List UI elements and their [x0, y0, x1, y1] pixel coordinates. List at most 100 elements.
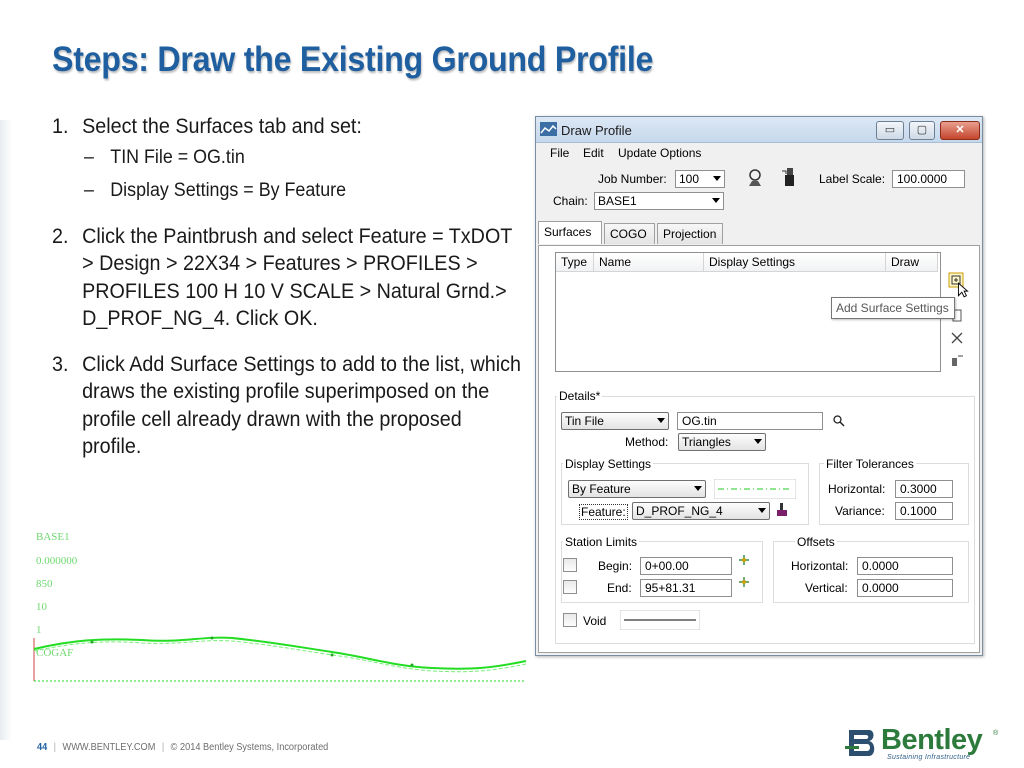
menu-bar: File Edit Update Options	[536, 144, 982, 164]
footer-copyright: © 2014 Bentley Systems, Incorporated	[170, 742, 329, 753]
sub-bullet-list: – TIN File = OG.tin – Display Settings =…	[52, 141, 522, 207]
column-name[interactable]: Name	[594, 253, 704, 272]
feature-paintbrush-icon[interactable]	[775, 502, 789, 518]
cursor-icon	[957, 282, 969, 298]
horizontal-tolerance-label: Horizontal:	[828, 482, 886, 496]
variance-input[interactable]: 0.1000	[895, 502, 953, 520]
logo-tagline: Sustaining Infrastructure	[887, 754, 971, 761]
window-title: Draw Profile	[561, 123, 632, 138]
end-locate-icon[interactable]	[737, 576, 751, 588]
display-mode-select[interactable]: By Feature	[568, 480, 706, 498]
source-type-value: Tin File	[565, 414, 604, 428]
begin-label: Begin:	[598, 559, 633, 573]
station-limits-label: Station Limits	[563, 535, 640, 549]
step-number: 1.	[52, 115, 69, 138]
bullet-dash: –	[83, 179, 94, 201]
step-text: Select the Surfaces tab and set:	[82, 115, 362, 138]
display-settings-label: Display Settings	[563, 457, 654, 471]
logo-registered: ®	[993, 730, 999, 737]
step-number: 3.	[52, 352, 69, 376]
offset-horizontal-label: Horizontal:	[791, 559, 849, 573]
details-label: Details*	[557, 389, 603, 403]
void-line-style-preview[interactable]	[620, 610, 700, 630]
feature-select[interactable]: D_PROF_NG_4	[632, 502, 770, 520]
bentley-b-icon	[845, 726, 877, 760]
job-number-select[interactable]: 100	[675, 170, 725, 188]
feature-label: Feature:	[579, 504, 628, 520]
tin-file-input[interactable]: OG.tin	[677, 412, 823, 430]
add-surface-tooltip: Add Surface Settings	[831, 297, 955, 319]
end-label: End:	[607, 581, 632, 595]
bentley-logo: Bentley ® Sustaining Infrastructure	[845, 722, 1005, 764]
job-number-value: 100	[679, 172, 700, 186]
column-draw[interactable]: Draw	[886, 253, 938, 272]
tab-surfaces[interactable]: Surfaces	[538, 221, 602, 244]
step-2: 2. Click the Paintbrush and select Featu…	[52, 223, 522, 333]
paintbrush-icon[interactable]	[781, 167, 797, 187]
slide-footer: 44 | WWW.BENTLEY.COM | © 2014 Bentley System…	[37, 742, 329, 753]
column-type[interactable]: Type	[556, 253, 594, 272]
column-display-settings[interactable]: Display Settings	[704, 253, 886, 272]
step-list: 1. Select the Surfaces tab and set: – TI…	[52, 113, 522, 479]
maximize-button[interactable]: ▢	[909, 121, 935, 140]
window-titlebar[interactable]: Draw Profile ▭ ▢ ✕	[536, 117, 982, 143]
tab-projection[interactable]: Projection	[657, 223, 723, 244]
chain-label: Chain:	[553, 194, 588, 208]
filter-tolerances-label: Filter Tolerances	[824, 457, 916, 471]
offset-vertical-label: Vertical:	[805, 581, 848, 595]
begin-checkbox[interactable]	[563, 558, 577, 572]
slide-title: Steps: Draw the Existing Ground Profile	[52, 40, 654, 79]
method-label: Method:	[625, 435, 669, 449]
void-checkbox[interactable]	[563, 613, 577, 627]
offset-horizontal-input[interactable]: 0.0000	[857, 557, 953, 575]
footer-website: WWW.BENTLEY.COM	[62, 742, 156, 753]
sub-bullet-text: TIN File = OG.tin	[110, 146, 245, 168]
begin-station-input[interactable]: 0+00.00	[640, 557, 732, 575]
surfaces-panel: Type Name Display Settings Draw Add Surf…	[538, 245, 980, 653]
sub-bullet-text: Display Settings = By Feature	[110, 179, 347, 201]
delete-surface-icon[interactable]	[949, 330, 965, 346]
logo-wordmark: Bentley	[881, 724, 983, 756]
job-number-label: Job Number:	[598, 172, 667, 186]
sub-bullet: – TIN File = OG.tin	[52, 141, 522, 174]
surface-search-icon[interactable]	[746, 168, 764, 188]
feature-value: D_PROF_NG_4	[636, 504, 723, 518]
step-number: 2.	[52, 224, 69, 248]
profile-lines	[33, 636, 527, 682]
page-number: 44	[37, 742, 48, 753]
step-text: Click the Paintbrush and select Feature …	[82, 224, 512, 331]
horizontal-tolerance-input[interactable]: 0.3000	[895, 480, 953, 498]
begin-locate-icon[interactable]	[737, 554, 751, 566]
tab-cogo[interactable]: COGO	[604, 223, 655, 244]
void-label: Void	[583, 614, 607, 628]
menu-edit[interactable]: Edit	[583, 146, 604, 160]
draw-profile-window: Draw Profile ▭ ▢ ✕ File Edit Update Opti…	[535, 116, 983, 656]
profile-plot: BASE1 0.000000 850 10 1 COGAF	[32, 528, 528, 688]
label-scale-label: Label Scale:	[819, 172, 886, 186]
highlight-surface-icon[interactable]	[949, 352, 965, 368]
step-1: 1. Select the Surfaces tab and set:	[52, 113, 522, 141]
chain-value: BASE1	[598, 194, 637, 208]
label-scale-input[interactable]: 100.0000	[892, 170, 965, 188]
offset-vertical-input[interactable]: 0.0000	[857, 579, 953, 597]
browse-search-icon[interactable]	[832, 414, 846, 428]
method-select[interactable]: Triangles	[678, 433, 766, 451]
step-3: 3. Click Add Surface Settings to add to …	[52, 351, 522, 461]
minimize-button[interactable]: ▭	[876, 121, 904, 140]
bullet-dash: –	[83, 146, 94, 168]
close-button[interactable]: ✕	[940, 121, 980, 140]
menu-file[interactable]: File	[550, 146, 569, 160]
slide-edge-gradient	[0, 120, 12, 740]
profile-app-icon	[540, 122, 557, 136]
menu-update-options[interactable]: Update Options	[618, 146, 701, 160]
step-text: Click Add Surface Settings to add to the…	[82, 352, 521, 459]
end-station-input[interactable]: 95+81.31	[640, 579, 732, 597]
method-value: Triangles	[682, 435, 731, 449]
end-checkbox[interactable]	[563, 580, 577, 594]
sub-bullet: – Display Settings = By Feature	[52, 174, 522, 207]
source-type-select[interactable]: Tin File	[561, 412, 669, 430]
chain-select[interactable]: BASE1	[594, 192, 724, 210]
offsets-label: Offsets	[795, 535, 837, 549]
display-mode-value: By Feature	[572, 482, 631, 496]
line-style-preview	[714, 479, 796, 499]
